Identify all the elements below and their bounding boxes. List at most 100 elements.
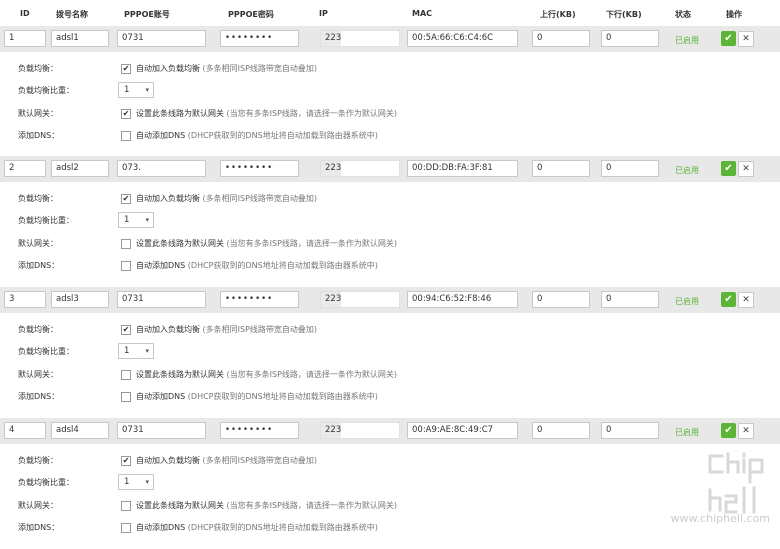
default-gateway-checkbox[interactable] — [121, 500, 131, 511]
balance-ratio-select[interactable]: 1 ▾ — [118, 474, 154, 490]
default-gateway-label: 默认网关： — [18, 109, 58, 118]
table-row: 2 adsl2 073. •••••••• 223 00:DD:DB:FA:3F… — [0, 156, 780, 182]
table-row: 1 adsl1 0731 •••••••• 223 00:5A:66:C6:C4… — [0, 26, 780, 52]
confirm-button[interactable]: ✔ — [721, 292, 736, 307]
dial-name-field[interactable]: adsl4 — [51, 422, 109, 439]
table-row: 4 adsl4 0731 •••••••• 223. 00:A9:AE:8C:4… — [0, 418, 780, 444]
table-header: ID 拨号名称 PPPOE账号 PPPOE密码 IP MAC 上行(KB) 下行… — [0, 0, 780, 26]
ip-redaction — [341, 423, 399, 438]
mac-field[interactable]: 00:5A:66:C6:C4:6C — [407, 30, 518, 47]
add-dns-checkbox[interactable] — [121, 130, 131, 141]
download-field[interactable]: 0 — [601, 291, 659, 308]
id-field[interactable]: 1 — [4, 30, 46, 47]
default-gateway-note: (当您有多条ISP线路，请选择一条作为默认网关) — [226, 370, 398, 379]
id-field[interactable]: 2 — [4, 160, 46, 177]
load-balance-text: 自动加入负载均衡 — [136, 456, 200, 465]
balance-ratio-option: 负载均衡比重： 1 ▾ — [0, 81, 780, 101]
upload-field[interactable]: 0 — [532, 160, 590, 177]
add-dns-checkbox[interactable] — [121, 260, 131, 271]
dial-name-field[interactable]: adsl1 — [51, 30, 109, 47]
add-dns-label: 添加DNS： — [18, 261, 60, 270]
ip-redaction — [341, 31, 399, 46]
id-field[interactable]: 4 — [4, 422, 46, 439]
load-balance-checkbox[interactable]: ✔ — [121, 455, 131, 466]
load-balance-label: 负载均衡： — [18, 325, 58, 334]
default-gateway-text: 设置此条线路为默认网关 — [136, 501, 224, 510]
load-balance-option: 负载均衡： ✔ 自动加入负载均衡 (多条相同ISP线路带宽自动叠加) — [0, 189, 780, 209]
pppoe-account-field[interactable]: 0731 — [117, 30, 206, 47]
add-dns-text: 自动添加DNS — [136, 261, 186, 270]
default-gateway-note: (当您有多条ISP线路，请选择一条作为默认网关) — [226, 239, 398, 248]
delete-button[interactable]: ✕ — [738, 161, 754, 177]
close-icon: ✕ — [742, 426, 750, 436]
dial-name-field[interactable]: adsl3 — [51, 291, 109, 308]
chevron-down-icon: ▾ — [145, 478, 149, 486]
col-id: ID — [20, 9, 30, 18]
wan-line-block: 2 adsl2 073. •••••••• 223 00:DD:DB:FA:3F… — [0, 156, 780, 287]
add-dns-option: 添加DNS： 自动添加DNS (DHCP获取到的DNS地址将自动加载到路由器系统… — [0, 387, 780, 407]
balance-ratio-select[interactable]: 1 ▾ — [118, 82, 154, 98]
dial-name-field[interactable]: adsl2 — [51, 160, 109, 177]
add-dns-checkbox[interactable] — [121, 522, 131, 533]
status-badge: 已启用 — [675, 428, 699, 437]
col-dial-name: 拨号名称 — [56, 10, 88, 19]
balance-ratio-select[interactable]: 1 ▾ — [118, 343, 154, 359]
delete-button[interactable]: ✕ — [738, 31, 754, 47]
pppoe-password-field[interactable]: •••••••• — [220, 291, 299, 308]
pppoe-account-field[interactable]: 0731 — [117, 422, 206, 439]
add-dns-option: 添加DNS： 自动添加DNS (DHCP获取到的DNS地址将自动加载到路由器系统… — [0, 126, 780, 146]
pppoe-account-field[interactable]: 0731 — [117, 291, 206, 308]
default-gateway-text: 设置此条线路为默认网关 — [136, 109, 224, 118]
id-field[interactable]: 3 — [4, 291, 46, 308]
add-dns-option: 添加DNS： 自动添加DNS (DHCP获取到的DNS地址将自动加载到路由器系统… — [0, 256, 780, 276]
pppoe-account-field[interactable]: 073. — [117, 160, 206, 177]
balance-ratio-label: 负载均衡比重： — [18, 347, 74, 356]
default-gateway-checkbox[interactable]: ✔ — [121, 108, 131, 119]
download-field[interactable]: 0 — [601, 422, 659, 439]
check-icon: ✔ — [724, 163, 733, 174]
balance-ratio-option: 负载均衡比重： 1 ▾ — [0, 473, 780, 493]
default-gateway-checkbox[interactable] — [121, 238, 131, 249]
load-balance-checkbox[interactable]: ✔ — [121, 63, 131, 74]
status-badge: 已启用 — [675, 166, 699, 175]
default-gateway-option: 默认网关： ✔ 设置此条线路为默认网关 (当您有多条ISP线路，请选择一条作为默认… — [0, 104, 780, 124]
default-gateway-checkbox[interactable] — [121, 369, 131, 380]
download-field[interactable]: 0 — [601, 30, 659, 47]
confirm-button[interactable]: ✔ — [721, 31, 736, 46]
confirm-button[interactable]: ✔ — [721, 423, 736, 438]
mac-field[interactable]: 00:DD:DB:FA:3F:81 — [407, 160, 518, 177]
load-balance-label: 负载均衡： — [18, 456, 58, 465]
upload-field[interactable]: 0 — [532, 422, 590, 439]
balance-ratio-label: 负载均衡比重： — [18, 478, 74, 487]
delete-button[interactable]: ✕ — [738, 292, 754, 308]
default-gateway-option: 默认网关： 设置此条线路为默认网关 (当您有多条ISP线路，请选择一条作为默认网… — [0, 234, 780, 254]
add-dns-text: 自动添加DNS — [136, 523, 186, 532]
upload-field[interactable]: 0 — [532, 30, 590, 47]
delete-button[interactable]: ✕ — [738, 423, 754, 439]
load-balance-note: (多条相同ISP线路带宽自动叠加) — [202, 325, 318, 334]
pppoe-password-field[interactable]: •••••••• — [220, 160, 299, 177]
balance-ratio-value: 1 — [124, 85, 130, 95]
pppoe-password-field[interactable]: •••••••• — [220, 422, 299, 439]
mac-field[interactable]: 00:94:C6:52:F8:46 — [407, 291, 518, 308]
wan-line-block: 3 adsl3 0731 •••••••• 223. 00:94:C6:52:F… — [0, 287, 780, 418]
load-balance-checkbox[interactable]: ✔ — [121, 324, 131, 335]
add-dns-text: 自动添加DNS — [136, 392, 186, 401]
pppoe-password-field[interactable]: •••••••• — [220, 30, 299, 47]
chevron-down-icon: ▾ — [145, 86, 149, 94]
upload-field[interactable]: 0 — [532, 291, 590, 308]
table-row: 3 adsl3 0731 •••••••• 223. 00:94:C6:52:F… — [0, 287, 780, 313]
load-balance-text: 自动加入负载均衡 — [136, 194, 200, 203]
balance-ratio-select[interactable]: 1 ▾ — [118, 212, 154, 228]
download-field[interactable]: 0 — [601, 160, 659, 177]
col-pppoe-account: PPPOE账号 — [124, 10, 170, 19]
load-balance-checkbox[interactable]: ✔ — [121, 193, 131, 204]
mac-field[interactable]: 00:A9:AE:8C:49:C7 — [407, 422, 518, 439]
default-gateway-option: 默认网关： 设置此条线路为默认网关 (当您有多条ISP线路，请选择一条作为默认网… — [0, 496, 780, 516]
col-actions: 操作 — [726, 10, 742, 19]
confirm-button[interactable]: ✔ — [721, 161, 736, 176]
add-dns-note: (DHCP获取到的DNS地址将自动加载到路由器系统中) — [187, 392, 378, 401]
add-dns-option: 添加DNS： 自动添加DNS (DHCP获取到的DNS地址将自动加载到路由器系统… — [0, 518, 780, 538]
balance-ratio-value: 1 — [124, 346, 130, 356]
add-dns-checkbox[interactable] — [121, 391, 131, 402]
